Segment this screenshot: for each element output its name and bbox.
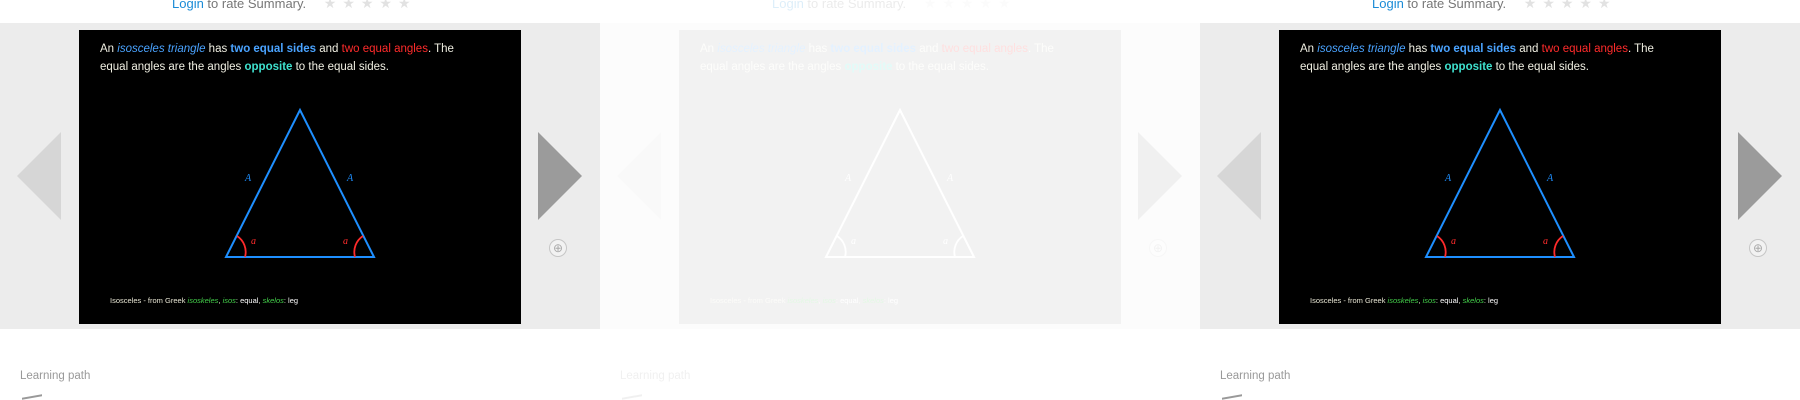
text-run: leg xyxy=(288,296,299,305)
slide-footnote: Isosceles - from Greek isoskeles, isos: … xyxy=(110,296,298,305)
next-arrow-icon[interactable] xyxy=(1738,132,1782,220)
rate-text: to rate Summary. xyxy=(203,0,307,11)
slide-canvas: An isosceles triangle has two equal side… xyxy=(1279,30,1721,324)
slide-footnote: Isosceles - from Greek isoskeles, isos: … xyxy=(710,296,898,305)
angle-label-right: a xyxy=(943,236,948,247)
side-label-right: A xyxy=(346,173,354,184)
greek-word: skelos xyxy=(1462,296,1484,305)
next-arrow-icon[interactable] xyxy=(538,132,582,220)
text-run: Isosceles xyxy=(710,296,742,305)
side-label-left: A xyxy=(844,173,852,184)
rating-stars[interactable]: ★★★★★ xyxy=(324,0,417,12)
rate-text: to rate Summary. xyxy=(1403,0,1507,11)
text-run: - from Greek xyxy=(141,296,188,305)
left-angle-arc xyxy=(836,235,847,258)
triangle-diagram: A A a a xyxy=(224,107,376,258)
learning-path-icon xyxy=(22,394,42,400)
triangle-diagram: A A a a xyxy=(1424,107,1576,258)
text-run: equal xyxy=(840,296,859,305)
text-run: leg xyxy=(888,296,899,305)
learning-path-label: Learning path xyxy=(620,370,691,382)
text-run: Isosceles xyxy=(110,296,142,305)
text-run: Isosceles xyxy=(1310,296,1342,305)
learning-path-icon xyxy=(1222,394,1242,400)
greek-word: isoskeles xyxy=(187,296,219,305)
rating-row: Login to rate Summary. ★★★★★ xyxy=(172,0,417,11)
learning-path-label: Learning path xyxy=(20,370,91,382)
greek-word: isoskeles xyxy=(787,296,819,305)
expand-icon[interactable]: ⊕ xyxy=(549,239,567,257)
slide-panel-1: Login to rate Summary. ★★★★★ An isoscele… xyxy=(0,0,600,400)
greek-word: skelos xyxy=(862,296,884,305)
slide-panel-3: Login to rate Summary. ★★★★★ An isoscele… xyxy=(1200,0,1800,400)
angle-label-left: a xyxy=(251,236,256,247)
right-angle-arc xyxy=(353,235,364,258)
left-angle-arc xyxy=(1436,235,1447,258)
left-angle-arc xyxy=(236,235,247,258)
greek-word: isos xyxy=(222,296,236,305)
expand-icon[interactable]: ⊕ xyxy=(1149,239,1167,257)
angle-label-right: a xyxy=(343,236,348,247)
slide-panel-2: Login to rate Summary. ★★★★★ An isoscele… xyxy=(600,0,1200,400)
text-run: equal xyxy=(240,296,259,305)
rating-row: Login to rate Summary. ★★★★★ xyxy=(1372,0,1617,11)
next-arrow-icon[interactable] xyxy=(1138,132,1182,220)
side-label-right: A xyxy=(946,173,954,184)
side-label-left: A xyxy=(1444,173,1452,184)
slide-canvas: An isosceles triangle has two equal side… xyxy=(679,30,1121,324)
learning-path-label: Learning path xyxy=(1220,370,1291,382)
text-run: - from Greek xyxy=(1341,296,1388,305)
text-run: equal xyxy=(1440,296,1459,305)
rating-stars[interactable]: ★★★★★ xyxy=(1524,0,1617,12)
angle-label-left: a xyxy=(1451,236,1456,247)
text-run: - from Greek xyxy=(741,296,788,305)
prev-arrow-icon[interactable] xyxy=(17,132,61,220)
prev-arrow-icon[interactable] xyxy=(617,132,661,220)
text-run: leg xyxy=(1488,296,1499,305)
right-angle-arc xyxy=(953,235,964,258)
rating-stars[interactable]: ★★★★★ xyxy=(924,0,1017,12)
side-label-right: A xyxy=(1546,173,1554,184)
greek-word: isos xyxy=(1422,296,1436,305)
greek-word: skelos xyxy=(262,296,284,305)
right-angle-arc xyxy=(1553,235,1564,258)
learning-path-icon xyxy=(622,394,642,400)
triangle-diagram: A A a a xyxy=(824,107,976,258)
prev-arrow-icon[interactable] xyxy=(1217,132,1261,220)
angle-label-left: a xyxy=(851,236,856,247)
login-link[interactable]: Login xyxy=(172,0,204,11)
slide-footnote: Isosceles - from Greek isoskeles, isos: … xyxy=(1310,296,1498,305)
login-link[interactable]: Login xyxy=(1372,0,1404,11)
rating-row: Login to rate Summary. ★★★★★ xyxy=(772,0,1017,11)
side-label-left: A xyxy=(244,173,252,184)
slide-canvas: An isosceles triangle has two equal side… xyxy=(79,30,521,324)
login-link[interactable]: Login xyxy=(772,0,804,11)
greek-word: isos xyxy=(822,296,836,305)
greek-word: isoskeles xyxy=(1387,296,1419,305)
angle-label-right: a xyxy=(1543,236,1548,247)
rate-text: to rate Summary. xyxy=(803,0,907,11)
expand-icon[interactable]: ⊕ xyxy=(1749,239,1767,257)
